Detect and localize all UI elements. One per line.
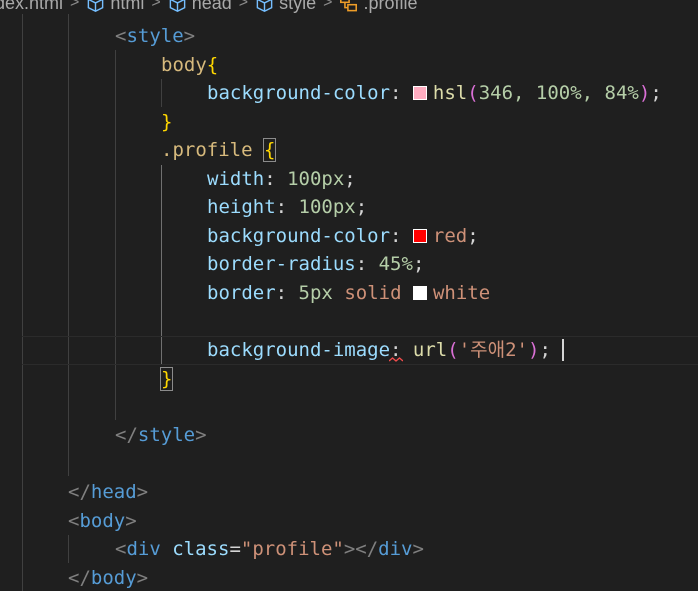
- cube-icon: [169, 0, 186, 12]
- code-line[interactable]: }: [159, 365, 174, 393]
- code-line[interactable]: body{: [161, 51, 218, 79]
- chevron-right-icon: >: [70, 0, 80, 11]
- breadcrumb-item-profile[interactable]: .profile: [339, 0, 418, 14]
- cube-icon: [256, 0, 273, 12]
- breadcrumb-item-head[interactable]: head: [168, 0, 232, 14]
- indent-guide: [161, 79, 162, 107]
- code-line[interactable]: </style>: [115, 421, 207, 449]
- code-line[interactable]: .profile {: [161, 136, 277, 164]
- chevron-right-icon: >: [151, 0, 161, 11]
- code-line[interactable]: <body>: [68, 507, 137, 535]
- code-line[interactable]: width: 100px;: [207, 165, 356, 193]
- color-swatch-red[interactable]: [412, 229, 427, 243]
- error-squiggle: [389, 357, 403, 362]
- breadcrumb: dex.html > html > head > style > .profil…: [0, 0, 698, 14]
- color-swatch-white[interactable]: [412, 286, 427, 300]
- color-swatch-pink[interactable]: [412, 86, 427, 100]
- cube-icon: [88, 0, 104, 12]
- indent-guide: [68, 14, 69, 476]
- code-line[interactable]: <style>: [115, 22, 195, 50]
- indent-guide-active: [161, 165, 162, 365]
- indent-guide: [68, 535, 69, 563]
- breadcrumb-item-file[interactable]: dex.html: [0, 0, 63, 14]
- code-line-current[interactable]: background-image: url('주애2');: [207, 336, 551, 364]
- breadcrumb-item-html[interactable]: html: [86, 0, 144, 14]
- code-line[interactable]: background-color: red;: [207, 222, 479, 250]
- text-cursor: [562, 339, 564, 361]
- code-line[interactable]: height: 100px;: [207, 193, 367, 221]
- indent-guide: [22, 14, 23, 591]
- breadcrumb-item-style[interactable]: style: [255, 0, 316, 14]
- code-line[interactable]: }: [161, 108, 172, 136]
- chevron-right-icon: >: [238, 0, 249, 11]
- code-line[interactable]: </head>: [68, 478, 148, 506]
- css-selector-icon: [340, 0, 358, 11]
- code-editor[interactable]: dex.html > html > head > style > .profil…: [0, 0, 698, 591]
- code-line[interactable]: <div class="profile"></div>: [115, 535, 424, 563]
- code-line[interactable]: border-radius: 45%;: [207, 250, 424, 278]
- chevron-right-icon: >: [323, 0, 333, 11]
- code-line[interactable]: border: 5px solid white: [207, 279, 490, 307]
- code-line[interactable]: </body>: [68, 564, 148, 591]
- code-line[interactable]: background-color: hsl(346, 100%, 84%);: [207, 79, 662, 107]
